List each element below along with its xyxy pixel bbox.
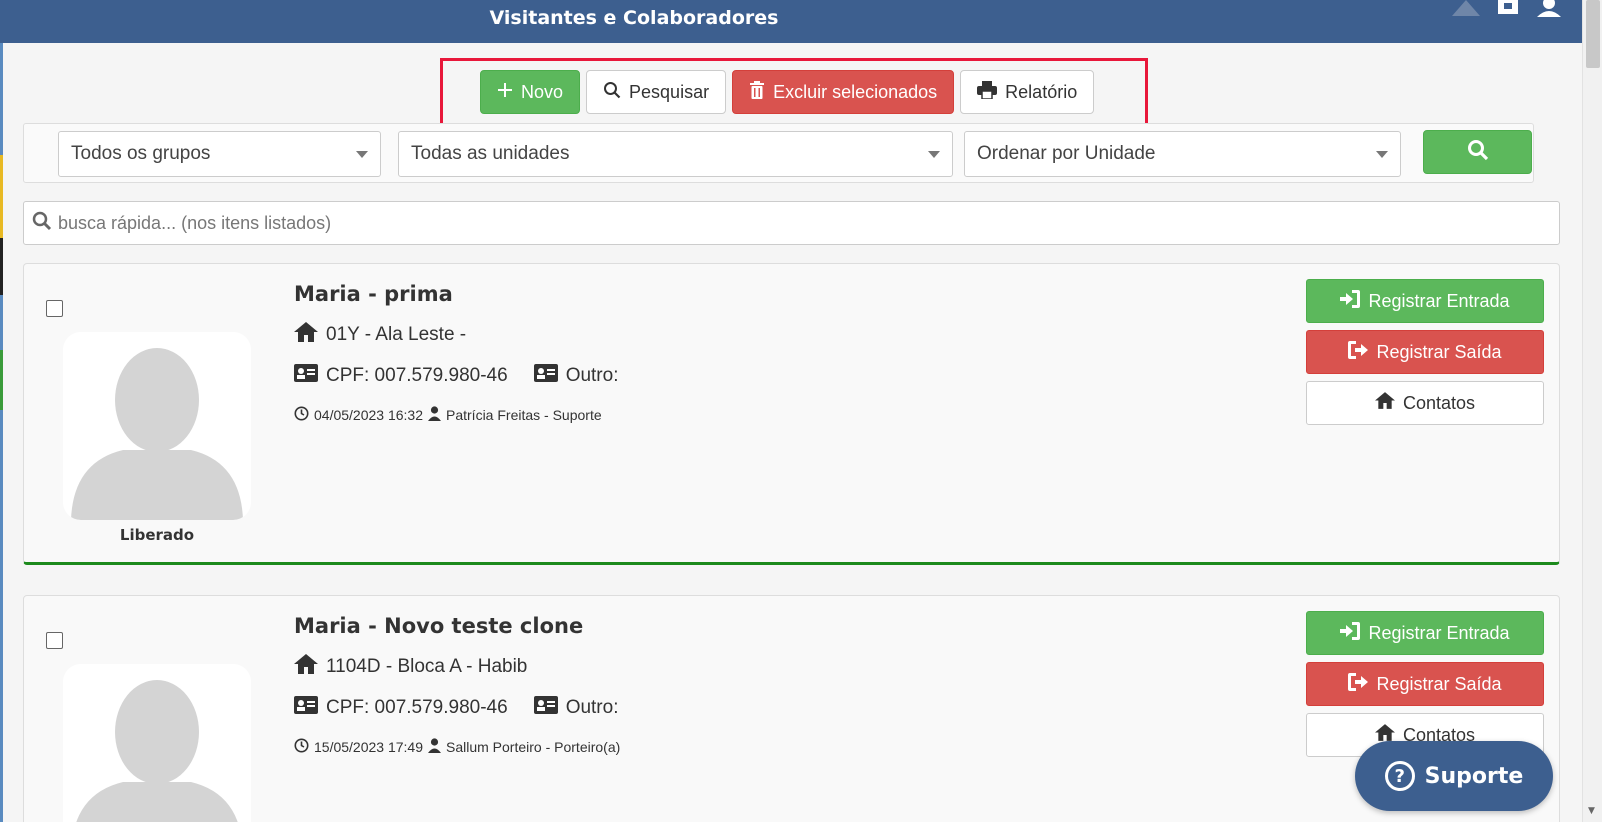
chevron-down-icon [356,151,368,158]
search-icon [1467,139,1489,165]
group-select[interactable]: Todos os grupos [58,131,381,177]
printer-icon [977,80,998,104]
expand-icon[interactable] [1496,0,1520,20]
visitor-name: Maria - prima [294,282,453,306]
register-user: Patrícia Freitas - Suporte [446,407,602,423]
home-icon [1374,392,1395,414]
avatar [63,332,251,520]
scroll-down-icon[interactable]: ▼ [1588,806,1595,816]
visitor-card: Maria - Novo teste clone 1104D - Bloca A… [23,595,1560,822]
warning-icon[interactable] [1452,0,1480,20]
new-button[interactable]: Novo [480,70,581,114]
register-datetime: 04/05/2023 16:32 [314,407,423,423]
page-title: Visitantes e Colaboradores [489,7,779,29]
contacts-button[interactable]: Contatos [1306,381,1544,425]
filter-panel: Todos os grupos Todas as unidades Ordena… [23,123,1534,183]
plus-icon [497,82,513,103]
scrollbar[interactable]: ▼ [1582,0,1602,822]
unit-select[interactable]: Todas as unidades [398,131,953,177]
help-icon: ? [1384,761,1415,791]
search-button[interactable]: Pesquisar [586,70,727,114]
delete-selected-button[interactable]: Excluir selecionados [732,70,955,114]
search-icon [32,211,52,235]
chevron-down-icon [928,151,940,158]
clock-icon [294,406,309,424]
id-card-icon [533,364,558,388]
register-exit-button[interactable]: Registrar Saída [1306,662,1544,706]
filter-search-button[interactable] [1423,130,1532,174]
chevron-down-icon [1376,151,1388,158]
register-exit-button[interactable]: Registrar Saída [1306,330,1544,374]
sign-out-icon [1348,672,1369,696]
id-card-icon [294,696,318,720]
sign-in-icon [1340,289,1361,313]
quick-search-input[interactable] [58,212,1458,234]
sign-out-icon [1348,340,1369,364]
id-card-icon [294,364,318,388]
home-icon [294,322,318,348]
app-header: Visitantes e Colaboradores [0,0,1582,43]
visitor-unit: 01Y - Ala Leste - [326,324,467,345]
support-button[interactable]: ? Suporte [1355,741,1553,811]
clock-icon [294,738,309,756]
avatar [63,664,251,822]
register-datetime: 15/05/2023 17:49 [314,739,423,755]
select-checkbox[interactable] [46,300,63,317]
user-icon[interactable] [1536,0,1562,21]
visitor-card: Liberado Maria - prima 01Y - Ala Leste -… [23,263,1560,565]
quick-search-box[interactable] [23,201,1560,245]
action-toolbar: Novo Pesquisar Excluir selecionados Rela… [480,70,1095,114]
status-label: Liberado [119,526,195,544]
left-sidebar-strip [0,43,3,822]
order-select[interactable]: Ordenar por Unidade [964,131,1401,177]
register-entry-button[interactable]: Registrar Entrada [1306,611,1544,655]
visitor-cpf: CPF: 007.579.980-46 [326,697,508,718]
register-user: Sallum Porteiro - Porteiro(a) [446,739,621,755]
scrollbar-thumb[interactable] [1586,0,1600,68]
visitor-other-doc: Outro: [565,365,619,386]
person-icon [428,738,441,756]
register-entry-button[interactable]: Registrar Entrada [1306,279,1544,323]
visitor-unit: 1104D - Bloca A - Habib [326,656,528,677]
visitor-other-doc: Outro: [565,697,619,718]
sign-in-icon [1340,621,1361,645]
person-icon [428,406,441,424]
id-card-icon [533,696,558,720]
visitor-cpf: CPF: 007.579.980-46 [326,365,508,386]
trash-icon [749,80,765,104]
visitor-name: Maria - Novo teste clone [294,614,584,638]
home-icon [294,654,318,680]
select-checkbox[interactable] [46,632,63,649]
search-icon [603,81,621,104]
report-button[interactable]: Relatório [960,70,1095,114]
